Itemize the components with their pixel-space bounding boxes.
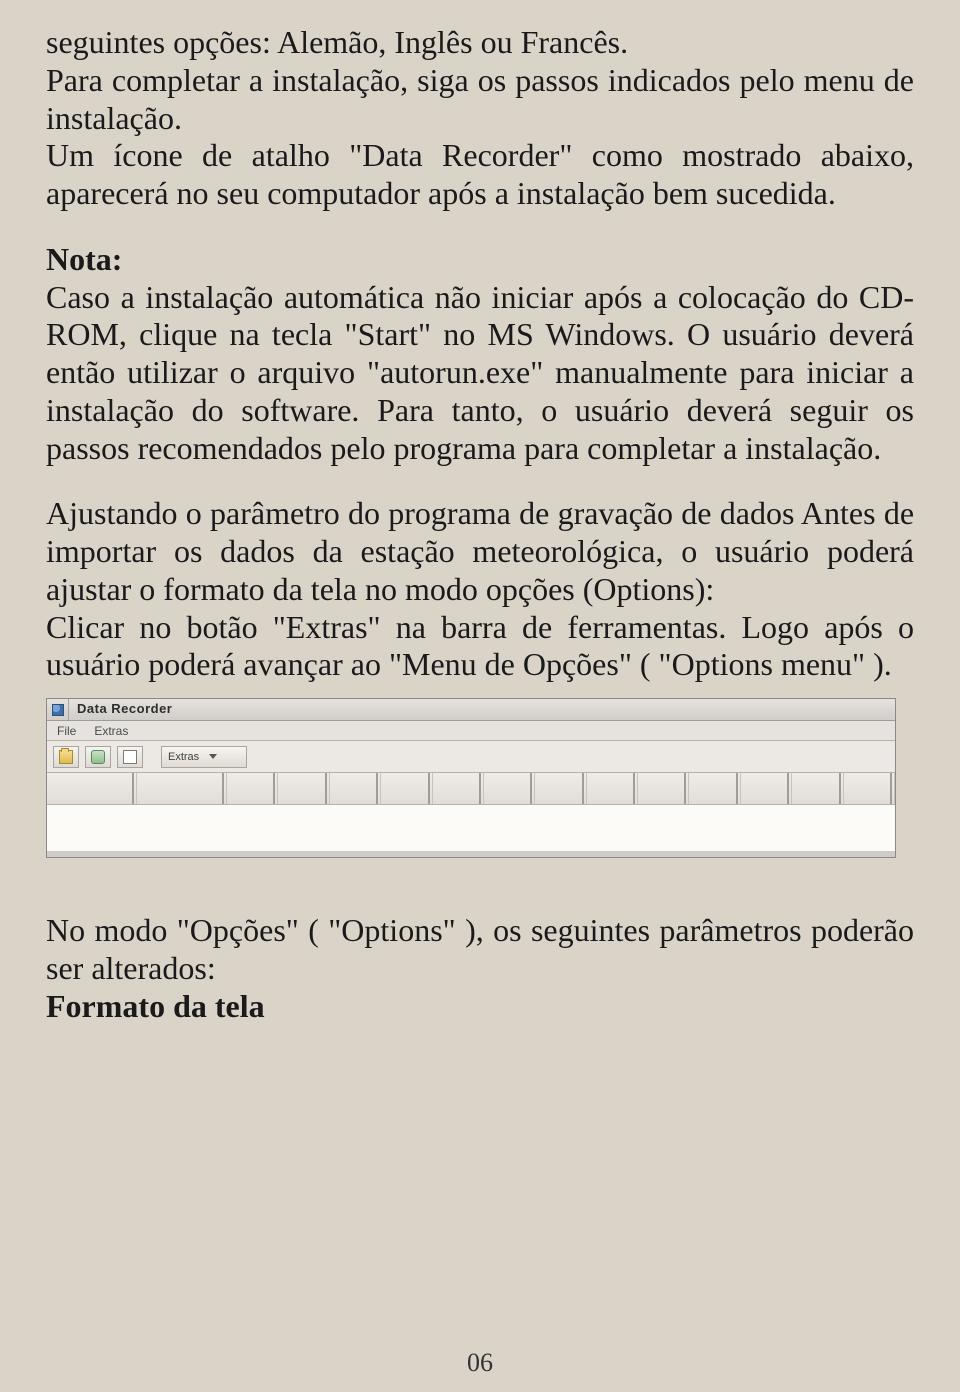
page-number: 06 [0,1348,960,1378]
grid-header-cell[interactable] [278,773,329,804]
toolbar-doc-button[interactable] [117,746,143,768]
grid-header-cell[interactable] [689,773,740,804]
nota-label: Nota: [46,241,914,279]
grid-header-cell[interactable] [844,773,895,804]
chevron-down-icon [209,754,217,759]
toolbar-extras-button[interactable]: Extras [161,746,247,768]
menubar: File Extras [47,721,895,741]
grid-header-cell[interactable] [433,773,484,804]
menu-extras[interactable]: Extras [94,724,128,738]
folder-icon [59,750,73,764]
grid-header-cell[interactable] [484,773,535,804]
section-body-b: Clicar no botão "Extras" na barra de fer… [46,609,914,685]
grid-header-cell[interactable] [227,773,278,804]
grid-header-cell[interactable] [381,773,432,804]
titlebar: Data Recorder [47,699,895,721]
grid-body [47,805,895,851]
system-menu-icon[interactable] [47,699,69,720]
grid-header-cell[interactable] [47,773,137,804]
para2: Um ícone de atalho "Data Recorder" como … [46,137,914,213]
grid-header-cell[interactable] [137,773,227,804]
grid-header-cell[interactable] [330,773,381,804]
nota-body: Caso a instalação automática não iniciar… [46,279,914,468]
app-screenshot: Data Recorder File Extras Extras [46,698,896,858]
toolbar-open-button[interactable] [53,746,79,768]
grid-header-cell[interactable] [587,773,638,804]
document-icon [123,750,137,764]
app-icon [52,704,64,716]
section-adjusting: Ajustando o parâmetro do programa de gra… [46,495,914,608]
section-title: Ajustando o parâmetro do programa de gra… [46,495,794,531]
grid-header-row [47,773,895,805]
toolbar-import-button[interactable] [85,746,111,768]
window-title: Data Recorder [69,699,180,720]
database-icon [91,750,105,764]
nota-label-text: Nota: [46,241,122,277]
para1-line1: seguintes opções: Alemão, Inglês ou Fran… [46,24,914,62]
para1-rest: Para completar a instalação, siga os pas… [46,62,914,138]
toolbar-extras-label: Extras [168,751,199,763]
menu-file[interactable]: File [57,724,76,738]
grid-header-cell[interactable] [792,773,843,804]
grid-header-cell[interactable] [638,773,689,804]
postfig-text: No modo "Opções" ( "Options" ), os segui… [46,912,914,988]
display-format-label: Formato da tela [46,988,265,1024]
display-format-heading: Formato da tela [46,988,914,1026]
grid-header-cell[interactable] [535,773,586,804]
toolbar: Extras [47,741,895,773]
grid-header-cell[interactable] [741,773,792,804]
